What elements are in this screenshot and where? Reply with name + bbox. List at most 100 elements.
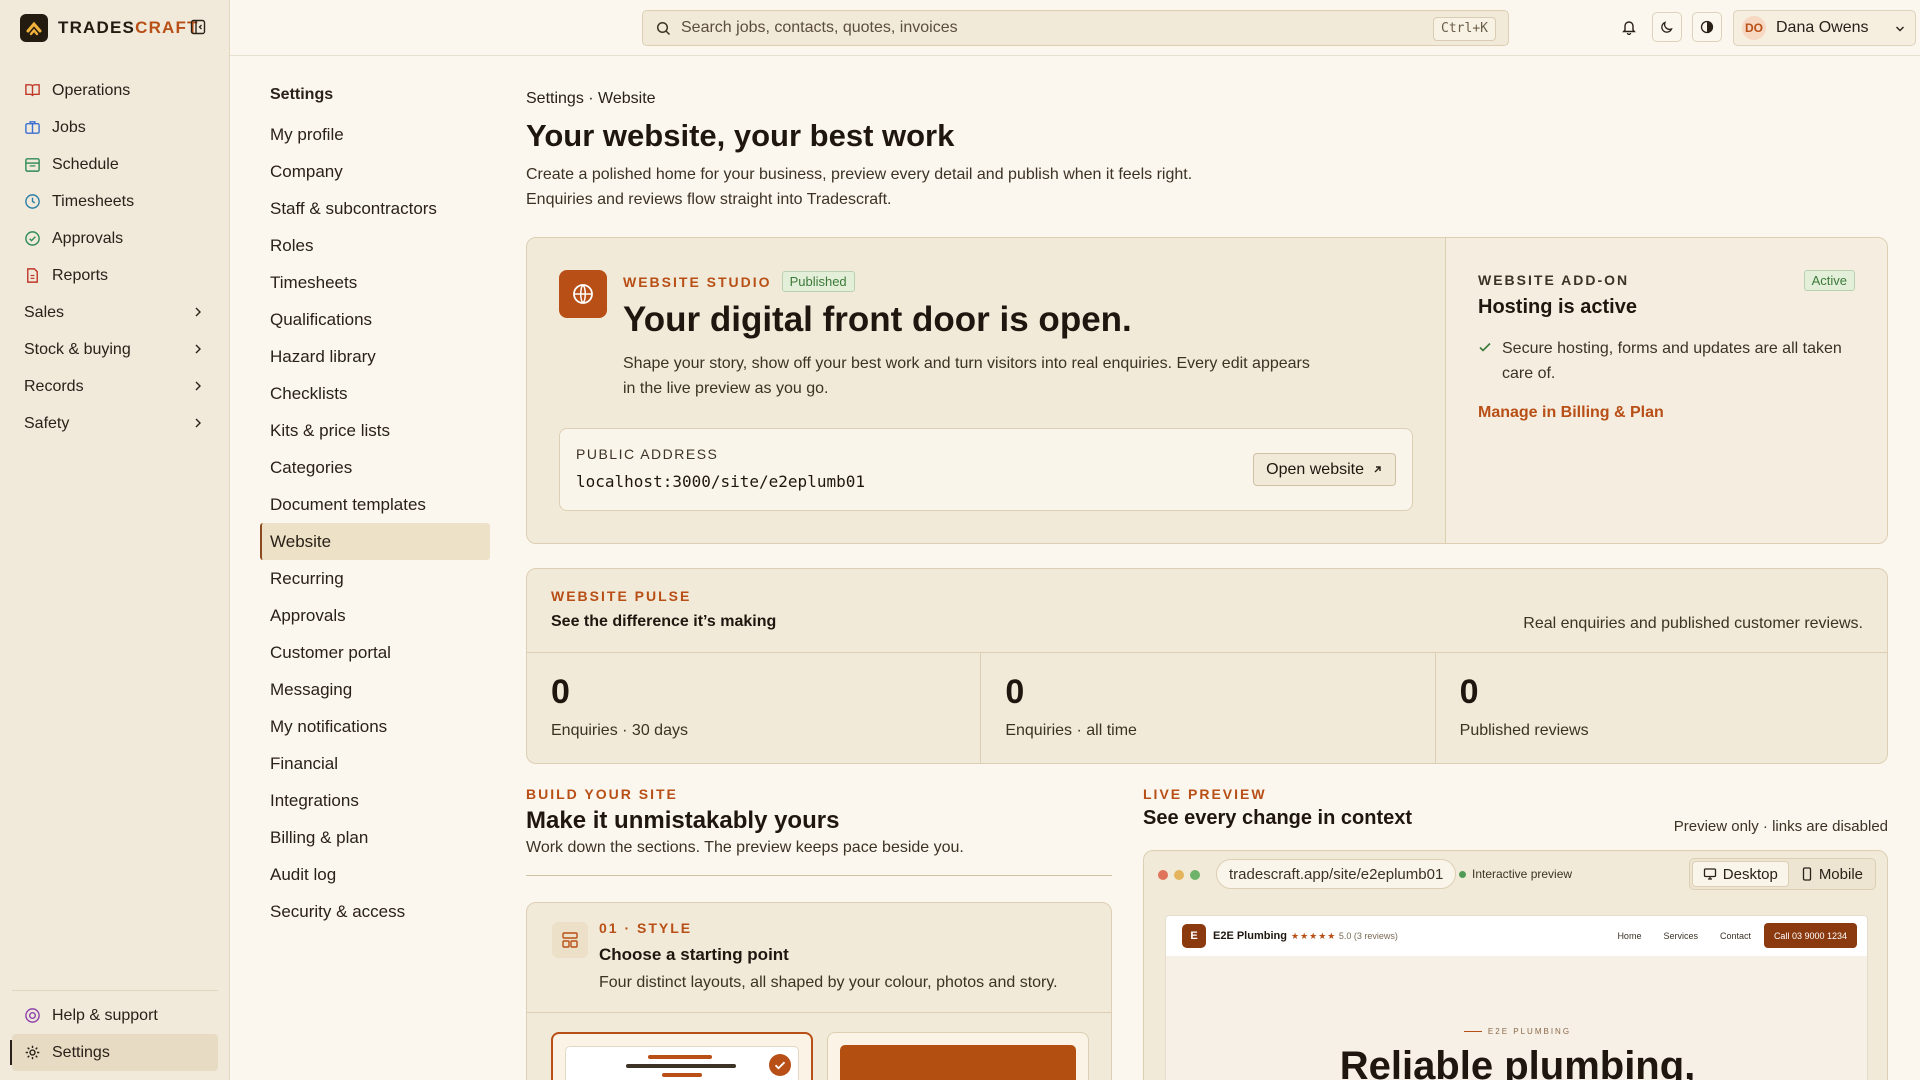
stat-label: Enquiries · all time [1005, 722, 1137, 739]
chevron-down-icon [1896, 26, 1904, 32]
window-dots [1158, 870, 1200, 880]
site-link-services: Services [1663, 931, 1698, 941]
dot-green [1190, 870, 1200, 880]
layout-option-selected[interactable] [551, 1032, 813, 1080]
settings-nav-item-my-notifications[interactable]: My notifications [260, 708, 490, 745]
settings-nav-item-messaging[interactable]: Messaging [260, 671, 490, 708]
nav-label: Timesheets [52, 192, 135, 210]
settings-nav-item-hazard-library[interactable]: Hazard library [260, 338, 490, 375]
manage-billing-link[interactable]: Manage in Billing & Plan [1478, 404, 1664, 422]
nav-group-label: Safety [24, 414, 70, 432]
check-circle-icon [769, 1054, 791, 1076]
shortcut-hint: Ctrl+K [1433, 17, 1496, 41]
build-text: Work down the sections. The preview keep… [526, 839, 964, 856]
sidebar-collapse-icon[interactable] [190, 19, 206, 35]
settings-nav-item-timesheets[interactable]: Timesheets [260, 264, 490, 301]
nav-group-label: Sales [24, 303, 65, 321]
pulse-kicker: WEBSITE PULSE [551, 588, 692, 604]
settings-nav-item-my-profile[interactable]: My profile [260, 116, 490, 153]
settings-nav-item-audit-log[interactable]: Audit log [260, 856, 490, 893]
settings-nav-item-roles[interactable]: Roles [260, 227, 490, 264]
nav-item-settings[interactable]: Settings [10, 1034, 218, 1071]
dot-red [1158, 870, 1168, 880]
nav-item-approvals[interactable]: Approvals [12, 220, 218, 257]
gear-icon [25, 1045, 40, 1060]
live-indicator: Interactive preview [1459, 867, 1572, 881]
settings-nav-item-checklists[interactable]: Checklists [260, 375, 490, 412]
settings-nav-item-security-access[interactable]: Security & access [260, 893, 490, 930]
rating-value: 5.0 [1338, 931, 1352, 941]
settings-nav-item-categories[interactable]: Categories [260, 449, 490, 486]
stat-enquiries-30d: 0 Enquiries · 30 days [527, 653, 982, 763]
settings-nav-item-qualifications[interactable]: Qualifications [260, 301, 490, 338]
nav-group-sales[interactable]: Sales [12, 294, 218, 331]
settings-nav-item-website[interactable]: Website [260, 523, 490, 560]
device-toggle: Desktop Mobile [1688, 858, 1876, 890]
studio-text: Shape your story, show off your best wor… [623, 355, 1310, 397]
stat-label: Published reviews [1459, 722, 1589, 739]
layout-option[interactable] [827, 1032, 1089, 1080]
star-rating-icon: ★★★★★ [1291, 931, 1337, 941]
nav-item-operations[interactable]: Operations [12, 72, 218, 109]
settings-nav-item-customer-portal[interactable]: Customer portal [260, 634, 490, 671]
site-name: E2E Plumbing [1213, 930, 1287, 942]
website-studio-card: WEBSITE STUDIO Published Your digital fr… [526, 237, 1888, 544]
monitor-icon [1703, 868, 1716, 880]
style-step-card: 01 · STYLE Choose a starting point Four … [526, 902, 1112, 1080]
settings-nav-item-kits-price-lists[interactable]: Kits & price lists [260, 412, 490, 449]
nav-item-help[interactable]: Help & support [12, 997, 218, 1034]
settings-nav-item-staff-subcontractors[interactable]: Staff & subcontractors [260, 190, 490, 227]
breadcrumb: Settings · Website [526, 90, 656, 107]
settings-nav-item-recurring[interactable]: Recurring [260, 560, 490, 597]
user-menu[interactable]: DO Dana Owens [1733, 10, 1916, 46]
nav-item-schedule[interactable]: Schedule [12, 146, 218, 183]
studio-panel: WEBSITE STUDIO Published Your digital fr… [527, 238, 1445, 543]
logo-icon [20, 14, 48, 42]
settings-nav-item-document-templates[interactable]: Document templates [260, 486, 490, 523]
settings-nav-item-billing-plan[interactable]: Billing & plan [260, 819, 490, 856]
chevron-right-icon [195, 381, 201, 391]
nav-item-jobs[interactable]: Jobs [12, 109, 218, 146]
clock-icon [25, 194, 40, 209]
addon-feature: Secure hosting, forms and updates are al… [1478, 336, 1858, 386]
open-website-button[interactable]: Open website [1253, 453, 1396, 486]
settings-nav-item-integrations[interactable]: Integrations [260, 782, 490, 819]
preview-kicker: LIVE PREVIEW [1143, 786, 1267, 802]
public-address-box: PUBLIC ADDRESS localhost:3000/site/e2epl… [559, 428, 1413, 511]
layout-icon [552, 922, 588, 958]
nav-group-records[interactable]: Records [12, 368, 218, 405]
layout-thumbnail [840, 1045, 1076, 1080]
pulse-stats: 0 Enquiries · 30 days 0 Enquiries · all … [527, 652, 1887, 763]
theme-toggle-button[interactable] [1652, 12, 1682, 42]
divider [527, 1012, 1111, 1013]
settings-nav-item-approvals[interactable]: Approvals [260, 597, 490, 634]
contrast-button[interactable] [1692, 12, 1722, 42]
step-heading: Choose a starting point [599, 945, 789, 964]
site-preview: E E2E Plumbing ★★★★★ 5.0 (3 reviews) Hom… [1165, 915, 1868, 1080]
stat-enquiries-all: 0 Enquiries · all time [981, 653, 1436, 763]
settings-nav-title: Settings [270, 86, 334, 103]
nav-label: Settings [52, 1043, 110, 1061]
search-input[interactable]: Search jobs, contacts, quotes, invoices … [642, 10, 1509, 46]
studio-header: WEBSITE STUDIO Published [623, 271, 855, 292]
chevron-right-icon [195, 307, 201, 317]
site-nav: E E2E Plumbing ★★★★★ 5.0 (3 reviews) Hom… [1166, 916, 1867, 956]
mobile-toggle-button[interactable]: Mobile [1791, 861, 1873, 887]
briefcase-icon [25, 121, 40, 134]
settings-nav-item-financial[interactable]: Financial [260, 745, 490, 782]
settings-nav-item-company[interactable]: Company [260, 153, 490, 190]
nav-group-safety[interactable]: Safety [12, 405, 218, 442]
check-circle-icon [25, 231, 40, 246]
nav-group-stock[interactable]: Stock & buying [12, 331, 218, 368]
site-hero-kicker: E2E PLUMBING [1166, 1027, 1867, 1036]
logo[interactable]: TRADESCRAFT [20, 14, 199, 42]
external-link-icon [1374, 466, 1381, 473]
preview-url: tradescraft.app/site/e2eplumb01 [1216, 859, 1457, 889]
notifications-button[interactable] [1614, 12, 1644, 42]
nav-item-reports[interactable]: Reports [12, 257, 218, 294]
step-text: Four distinct layouts, all shaped by you… [599, 974, 1058, 991]
nav-item-timesheets[interactable]: Timesheets [12, 183, 218, 220]
addon-feature-text: Secure hosting, forms and updates are al… [1502, 340, 1842, 382]
build-heading: Make it unmistakably yours [526, 807, 840, 834]
desktop-toggle-button[interactable]: Desktop [1691, 861, 1789, 887]
